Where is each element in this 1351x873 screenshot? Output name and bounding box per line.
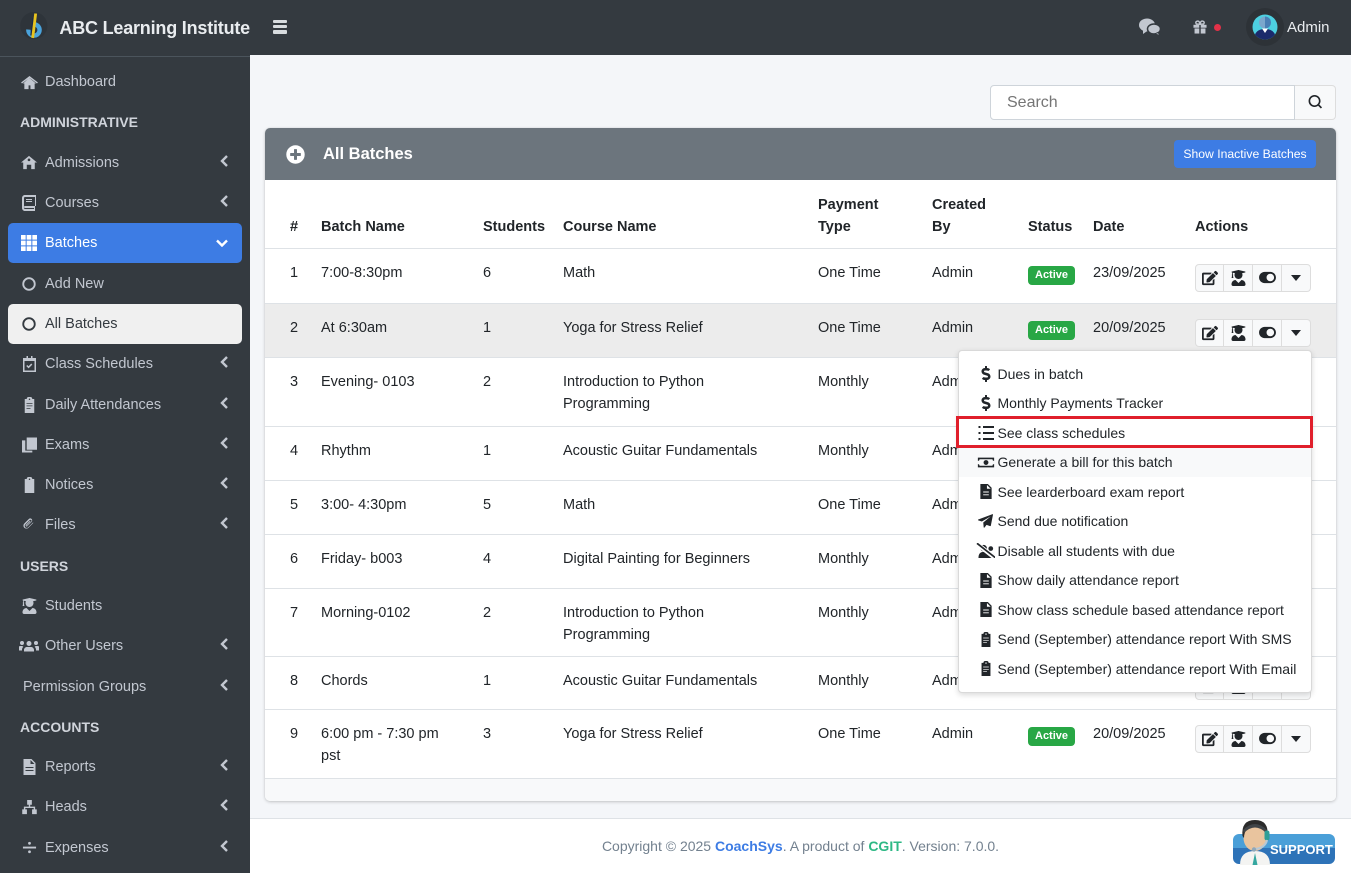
svg-text:SUPPORT: SUPPORT	[1270, 842, 1333, 857]
